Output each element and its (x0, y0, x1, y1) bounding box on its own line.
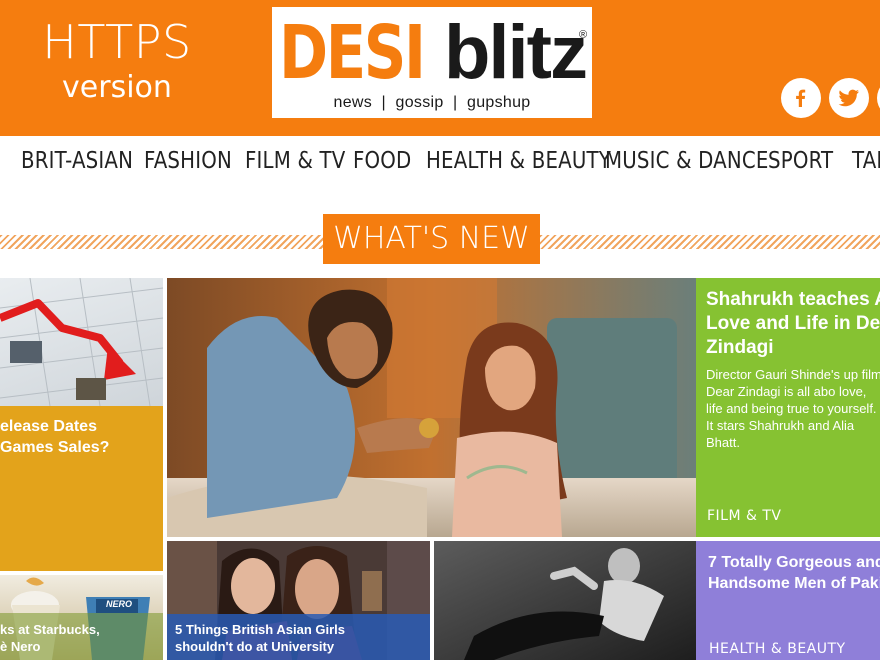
article-tile-girls[interactable]: 5 Things British Asian Girls shouldn't d… (167, 541, 430, 660)
article-tile-starbucks[interactable]: NERO ks at Starbucks, è Nero (0, 575, 163, 660)
title-line: è Nero (0, 639, 41, 654)
logo-blitz-text: blitz (444, 10, 588, 95)
section-heading: WHAT'S NEW (323, 214, 540, 264)
title-line: 5 Things British Asian Girls (175, 622, 345, 637)
https-version-badge[interactable]: HTTPS version (0, 14, 234, 106)
article-tile-men[interactable]: 7 Totally Gorgeous and Handsome Men of P… (696, 541, 880, 660)
nav-item-health-beauty[interactable]: HEALTH & BEAUTY (426, 146, 611, 176)
nav-item-brit-asian[interactable]: BRIT-ASIAN (21, 146, 133, 176)
main-navigation: BRIT-ASIAN FASHION FILM & TV FOOD HEALTH… (0, 136, 880, 186)
article-title-games: elease Dates Games Sales? (0, 416, 163, 458)
title-line: shouldn't do at University (175, 639, 335, 654)
article-image-games-chart (0, 278, 163, 407)
nav-item-tab[interactable]: TAB (852, 146, 880, 176)
featured-article-image[interactable] (167, 278, 696, 537)
twitter-icon[interactable] (829, 78, 869, 118)
section-divider-right (540, 235, 880, 249)
article-tile-games[interactable]: elease Dates Games Sales? (0, 278, 163, 571)
article-image-model[interactable] (434, 541, 696, 660)
article-title-men: 7 Totally Gorgeous and Handsome Men of P… (708, 554, 880, 592)
site-logo[interactable]: DESI blitz ® news | gossip | gupshup (272, 7, 592, 118)
featured-article-category[interactable]: FILM & TV (707, 508, 782, 524)
nav-item-sport[interactable]: SPORT (768, 146, 833, 176)
featured-article-panel[interactable]: Shahrukh teaches A Love and Life in De Z… (696, 278, 880, 537)
facebook-icon[interactable] (781, 78, 821, 118)
logo-desi-text: DESI (279, 10, 426, 96)
nav-item-fashion[interactable]: FASHION (144, 146, 232, 176)
article-category-men[interactable]: HEALTH & BEAUTY (709, 641, 846, 657)
cup-label: NERO (106, 599, 133, 609)
featured-article-summary: Director Gauri Shinde's up film Dear Zin… (706, 367, 880, 450)
site-header: HTTPS version DESI blitz ® news | gossip… (0, 0, 880, 136)
title-line: Games Sales? (0, 439, 110, 456)
https-subtitle: version (62, 70, 172, 105)
article-title-girls: 5 Things British Asian Girls shouldn't d… (175, 621, 430, 655)
nav-item-music-dance[interactable]: MUSIC & DANCE (605, 146, 769, 176)
nav-item-food[interactable]: FOOD (353, 146, 411, 176)
https-title: HTTPS (42, 15, 192, 69)
nav-item-film-tv[interactable]: FILM & TV (245, 146, 345, 176)
title-line: ks at Starbucks, (0, 622, 100, 637)
featured-article-title: Shahrukh teaches A Love and Life in De Z… (706, 289, 880, 358)
title-line: elease Dates (0, 418, 97, 435)
article-title-starbucks: ks at Starbucks, è Nero (0, 621, 163, 655)
section-divider-left (0, 235, 323, 249)
registered-mark: ® (579, 29, 588, 41)
logo-tagline: news | gossip | gupshup (333, 94, 531, 111)
